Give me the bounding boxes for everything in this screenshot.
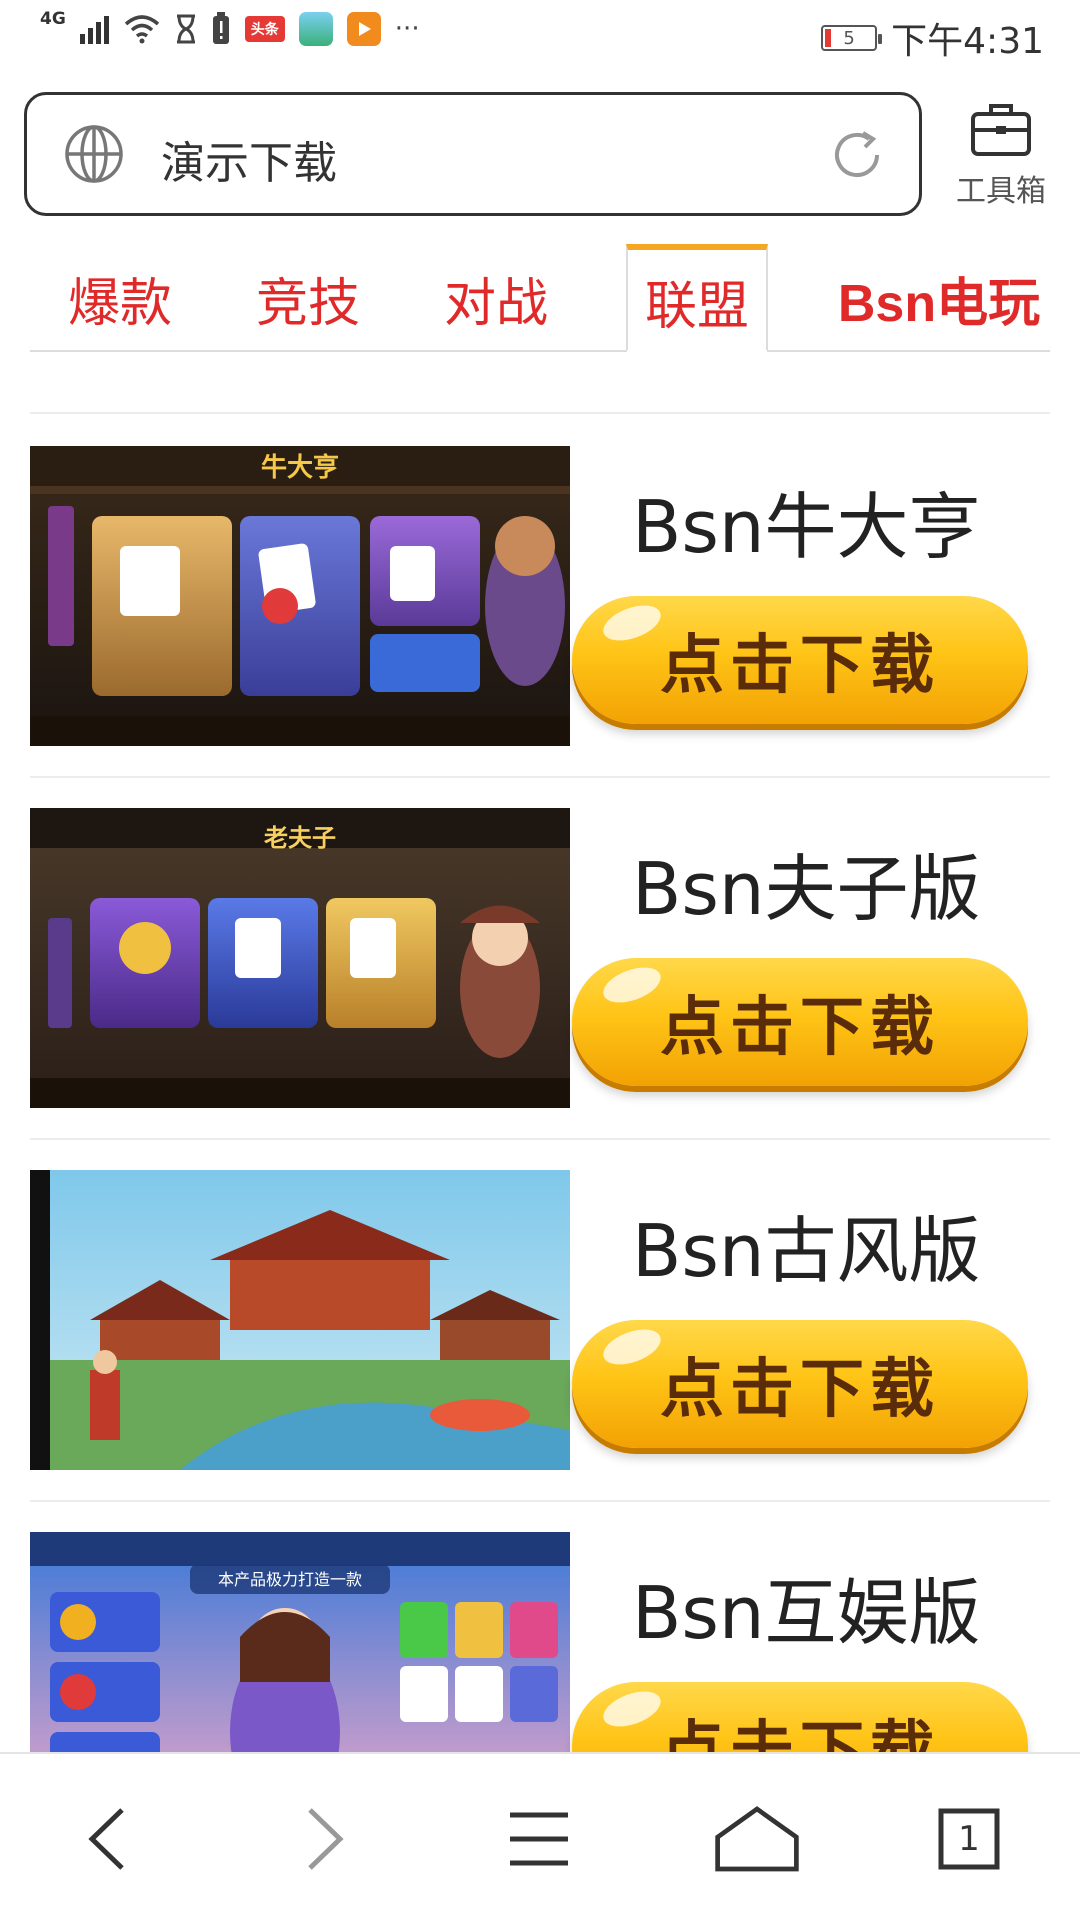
game-thumbnail[interactable]: 牛大亨: [30, 446, 570, 746]
bottom-navigation: 1: [0, 1752, 1080, 1922]
tab-underline: [30, 350, 1050, 352]
download-button-label: 点击下载: [660, 1353, 940, 1427]
divider: [30, 1500, 1050, 1502]
app-icon-green: [298, 12, 333, 46]
svg-text:本产品极力打造一款: 本产品极力打造一款: [218, 1570, 362, 1589]
list-item: Bsn古风版 点击下载: [30, 1170, 1050, 1470]
toolbox-button[interactable]: 工具箱: [946, 100, 1056, 210]
network-type: 4G: [40, 9, 66, 29]
home-button[interactable]: [712, 1794, 802, 1884]
status-bar: 4G 头条 ··· 5 下午4:31: [0, 0, 1080, 76]
download-button[interactable]: 点击下载: [572, 958, 1028, 1086]
tabs-button[interactable]: 1: [924, 1794, 1014, 1884]
divider: [30, 412, 1050, 414]
back-button[interactable]: [62, 1794, 152, 1884]
toolbox-label: 工具箱: [956, 174, 1046, 209]
tab-baokuan[interactable]: 爆款: [50, 244, 190, 352]
game-title[interactable]: Bsn牛大亨: [632, 468, 981, 573]
wifi-icon: [124, 15, 159, 44]
signal-icon: [79, 14, 109, 44]
forward-button[interactable]: [280, 1794, 370, 1884]
more-notifications: ···: [394, 14, 420, 44]
game-title[interactable]: Bsn古风版: [632, 1192, 981, 1297]
game-screenshot-fuzi: 老夫子: [30, 808, 570, 1108]
download-button-label: 点击下载: [660, 991, 940, 1065]
game-thumbnail[interactable]: 老夫子: [30, 808, 570, 1108]
game-thumbnail[interactable]: [30, 1170, 570, 1470]
back-icon: [88, 1808, 124, 1870]
divider: [30, 776, 1050, 778]
download-button[interactable]: 点击下载: [572, 1320, 1028, 1448]
download-button-label: 点击下载: [660, 629, 940, 703]
game-screenshot-gufeng: [30, 1170, 570, 1470]
status-right: 5 下午4:31: [821, 12, 1044, 64]
list-item: 老夫子 Bsn夫子版 点击下载: [30, 808, 1050, 1108]
search-query[interactable]: 演示下载: [161, 127, 337, 191]
tab-duizhan[interactable]: 对战: [426, 244, 566, 352]
tab-bsn-dianwan[interactable]: Bsn电玩: [828, 244, 1050, 352]
search-bar[interactable]: 演示下载: [24, 92, 922, 216]
list-item: 牛大亨 Bsn牛大亨 点击下载: [30, 446, 1050, 746]
menu-icon: [510, 1812, 568, 1866]
svg-text:牛大亨: 牛大亨: [261, 452, 339, 483]
reload-icon[interactable]: [825, 123, 889, 187]
status-left: 4G 头条 ···: [40, 9, 420, 46]
download-button[interactable]: 点击下载: [572, 596, 1028, 724]
tab-count: 1: [958, 1819, 980, 1859]
toutiao-app-icon: 头条: [244, 16, 285, 42]
hourglass-icon: [176, 14, 195, 44]
game-screenshot-niudaheng: 牛大亨: [30, 446, 570, 746]
game-title[interactable]: Bsn夫子版: [632, 830, 981, 935]
battery-level: 5: [843, 27, 855, 49]
play-app-icon: [346, 12, 381, 46]
clock: 下午4:31: [891, 21, 1044, 62]
svg-text:老夫子: 老夫子: [264, 824, 336, 852]
forward-icon: [308, 1808, 344, 1870]
alert-icon: [212, 12, 229, 44]
tab-lianmeng[interactable]: 联盟: [626, 244, 768, 352]
toolbox-icon: [971, 104, 1031, 156]
tab-jingji[interactable]: 竞技: [238, 244, 378, 352]
category-tabs: 爆款 竞技 对战 联盟 Bsn电玩: [30, 244, 1050, 352]
battery-icon: 5: [821, 25, 883, 51]
home-icon: [715, 1806, 799, 1872]
globe-icon: [65, 125, 123, 183]
menu-button[interactable]: [494, 1794, 584, 1884]
game-title[interactable]: Bsn互娱版: [632, 1554, 981, 1659]
divider: [30, 1138, 1050, 1140]
